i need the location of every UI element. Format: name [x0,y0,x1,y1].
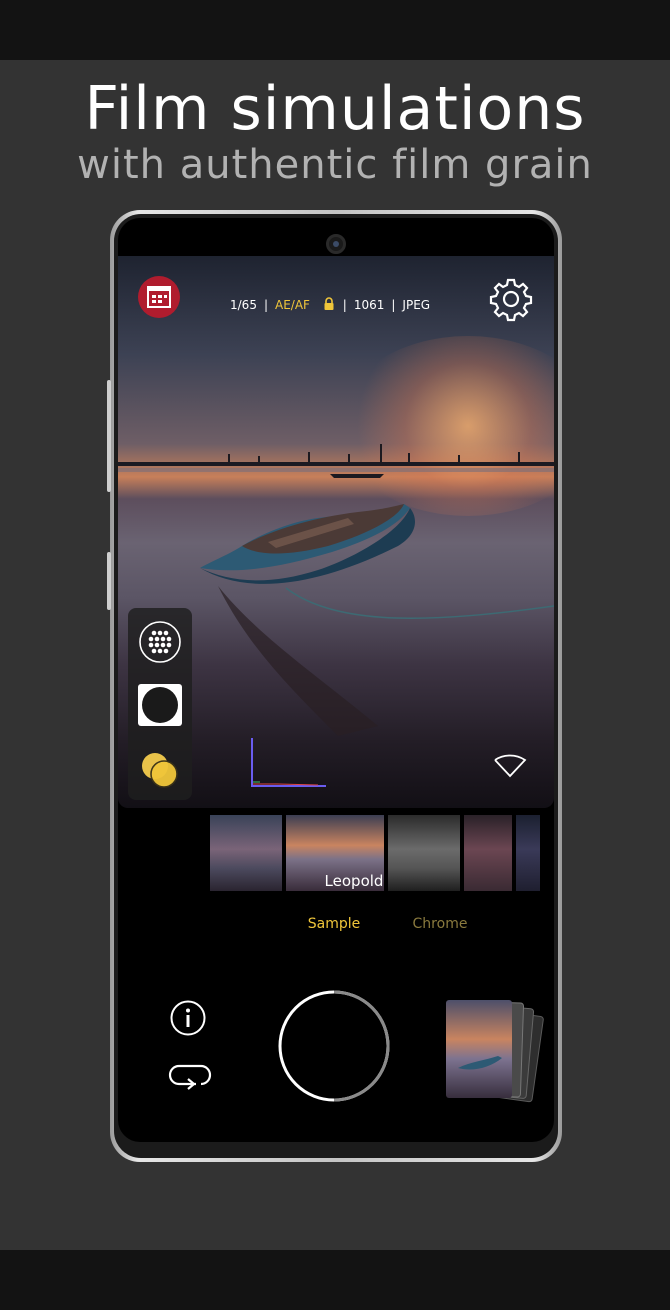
promo-subheadline: with authentic film grain [77,142,593,188]
film-thumbnail[interactable] [210,815,282,891]
phone-power-button [107,552,111,610]
top-bar [0,0,670,60]
shutter-speed[interactable]: 1/65 [230,296,257,314]
color-filter-icon[interactable] [138,748,182,792]
film-thumbnail[interactable] [464,815,512,891]
loop-icon[interactable] [166,1062,214,1092]
exposure-mode[interactable]: AE/AF [275,296,310,314]
bottom-bar [0,1250,670,1310]
status-separator: | [342,298,347,312]
circle-icon[interactable] [138,684,182,726]
image-format[interactable]: JPEG [402,296,430,314]
film-menu-button[interactable] [138,276,180,318]
status-separator: | [391,298,396,312]
shutter-button[interactable] [278,990,390,1102]
status-separator: | [263,298,268,312]
promo-headline: Film simulations [84,74,586,144]
phone-screen: 1/65 | AE/AF | 1061 | JPEG Leopold Sampl… [118,218,554,1142]
film-thumbnail[interactable] [516,815,540,891]
grid-dots-icon[interactable] [138,620,182,664]
chevron-down-icon[interactable] [492,754,528,780]
front-camera [326,234,346,254]
shots-remaining: 1061 [353,298,385,312]
tool-panel [128,608,192,800]
lock-icon[interactable] [322,297,336,311]
phone-volume-button [107,380,111,492]
histogram [251,738,326,787]
film-name-label: Leopold [324,872,384,890]
mode-sample-tab[interactable]: Sample [298,916,370,932]
camera-status-bar: 1/65 | AE/AF | 1061 | JPEG [230,296,430,314]
gear-icon[interactable] [488,276,534,322]
mode-chrome-tab[interactable]: Chrome [400,916,480,932]
film-menu-icon [147,286,171,308]
gallery-stack-icon[interactable] [444,998,548,1104]
info-icon[interactable] [170,1000,206,1036]
